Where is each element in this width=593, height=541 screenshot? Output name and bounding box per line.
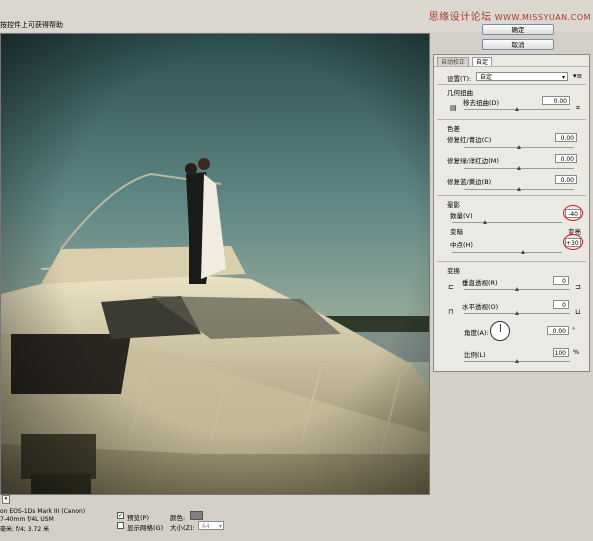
divider	[437, 84, 586, 85]
chromatic-section-title: 色差	[447, 125, 460, 133]
fix-red-cyan-slider[interactable]	[516, 145, 521, 149]
divider	[437, 195, 586, 196]
pincushion-icon: ⌗	[576, 104, 580, 112]
vertical-right-icon: ⊐	[575, 283, 581, 291]
fix-green-magenta-label: 修复绿/洋红边(M)	[447, 157, 499, 165]
horizontal-right-icon: ⊔	[575, 308, 581, 316]
watermark-site: WWW.MISSYUAN.COM	[494, 13, 591, 22]
vertical-perspective-field[interactable]: 0	[553, 276, 569, 285]
fix-green-magenta-slider[interactable]	[516, 166, 521, 170]
ok-button[interactable]: 确定	[482, 24, 554, 35]
show-grid-checkbox[interactable]	[117, 522, 124, 529]
preview-photo	[1, 34, 429, 494]
vignette-section-title: 晕影	[447, 201, 460, 209]
fix-blue-yellow-label: 修复蓝/黄边(B)	[447, 178, 492, 186]
menu-icon[interactable]: ▾≡	[573, 72, 582, 80]
barrel-icon: ▤	[450, 104, 457, 112]
settings-value: 自定	[480, 74, 493, 81]
footer-bar: ▾ on EOS-1Ds Mark III (Canon) 7-40mm f/4…	[0, 495, 593, 541]
fix-green-magenta-field[interactable]: 0.00	[555, 154, 577, 163]
fix-blue-yellow-slider[interactable]	[516, 187, 521, 191]
highlight-circle	[563, 205, 583, 221]
horizontal-perspective-label: 水平透视(O)	[462, 303, 499, 311]
horizontal-perspective-slider[interactable]	[514, 311, 519, 315]
angle-dial[interactable]	[490, 321, 510, 341]
divider	[437, 261, 586, 262]
horizontal-perspective-field[interactable]: 0	[553, 300, 569, 309]
transform-section-title: 变换	[447, 267, 460, 275]
scale-slider[interactable]	[514, 359, 519, 363]
chevron-down-icon: ▾	[561, 74, 565, 81]
fix-red-cyan-label: 修复红/青边(C)	[447, 136, 492, 144]
vertical-perspective-label: 垂直透视(R)	[462, 279, 498, 287]
fix-blue-yellow-field[interactable]: 0.00	[555, 175, 577, 184]
horizontal-left-icon: ⊓	[448, 308, 454, 316]
angle-label: 角度(A):	[464, 329, 489, 337]
geometric-section-title: 几何扭曲	[447, 89, 473, 97]
camera-info: on EOS-1Ds Mark III (Canon)	[0, 508, 86, 515]
grid-size-dropdown[interactable]: 64 ▾	[198, 521, 224, 530]
angle-unit: °	[572, 326, 576, 334]
preview-checkbox[interactable]: ✓	[117, 512, 124, 519]
zoom-dropdown-icon[interactable]: ▾	[2, 495, 10, 504]
angle-dial-needle	[499, 324, 501, 332]
settings-dropdown[interactable]: 自定 ▾	[476, 72, 568, 81]
grid-size-value: 64	[202, 523, 210, 530]
checkmark-icon: ✓	[118, 512, 124, 519]
vignette-amount-track	[452, 222, 562, 223]
highlight-circle	[563, 234, 583, 250]
vertical-left-icon: ⊏	[448, 283, 454, 291]
chevron-down-icon: ▾	[218, 523, 222, 530]
divider	[437, 119, 586, 120]
vignette-midpoint-label: 中点(H)	[450, 241, 473, 249]
watermark: 思缘设计论坛 WWW.MISSYUAN.COM	[429, 8, 591, 23]
scale-field[interactable]: 100	[553, 348, 569, 357]
shot-info: 毫米; f/4; 3.72 米	[0, 526, 50, 533]
scale-unit: %	[573, 348, 580, 356]
image-preview[interactable]	[0, 33, 430, 495]
remove-distortion-slider[interactable]	[514, 107, 519, 111]
show-grid-label: 显示网格(G)	[127, 524, 164, 532]
remove-distortion-field[interactable]: 0.00	[542, 96, 570, 105]
vignette-midpoint-track	[452, 252, 562, 253]
watermark-text: 思缘设计论坛	[428, 12, 492, 23]
cancel-button[interactable]: 取消	[482, 39, 554, 50]
vignette-midpoint-slider[interactable]	[521, 250, 525, 254]
settings-label: 设置(T):	[447, 75, 472, 83]
fix-red-cyan-field[interactable]: 0.00	[555, 133, 577, 142]
angle-field[interactable]: 0.00	[547, 326, 569, 335]
preview-label: 预览(P)	[127, 514, 149, 522]
grid-color-swatch[interactable]	[190, 511, 203, 520]
vignette-amount-slider[interactable]	[482, 220, 487, 224]
tab-divider	[434, 66, 589, 67]
vignette-amount-label: 数量(V)	[450, 212, 473, 220]
help-hint: 按控件上可获得帮助	[0, 21, 63, 29]
lens-correction-panel: 自动校正 自定 设置(T): 自定 ▾ ▾≡ 几何扭曲 移去扭曲(D) 0.00…	[433, 54, 590, 372]
lens-info: 7-40mm f/4L USM	[0, 516, 54, 523]
darken-label: 变暗	[450, 228, 463, 236]
scale-label: 比例(L)	[464, 351, 486, 359]
grid-size-label: 大小(Z):	[170, 524, 195, 532]
grid-color-label: 颜色:	[170, 514, 186, 522]
vertical-perspective-slider[interactable]	[514, 287, 519, 291]
remove-distortion-label: 移去扭曲(D)	[463, 99, 500, 107]
